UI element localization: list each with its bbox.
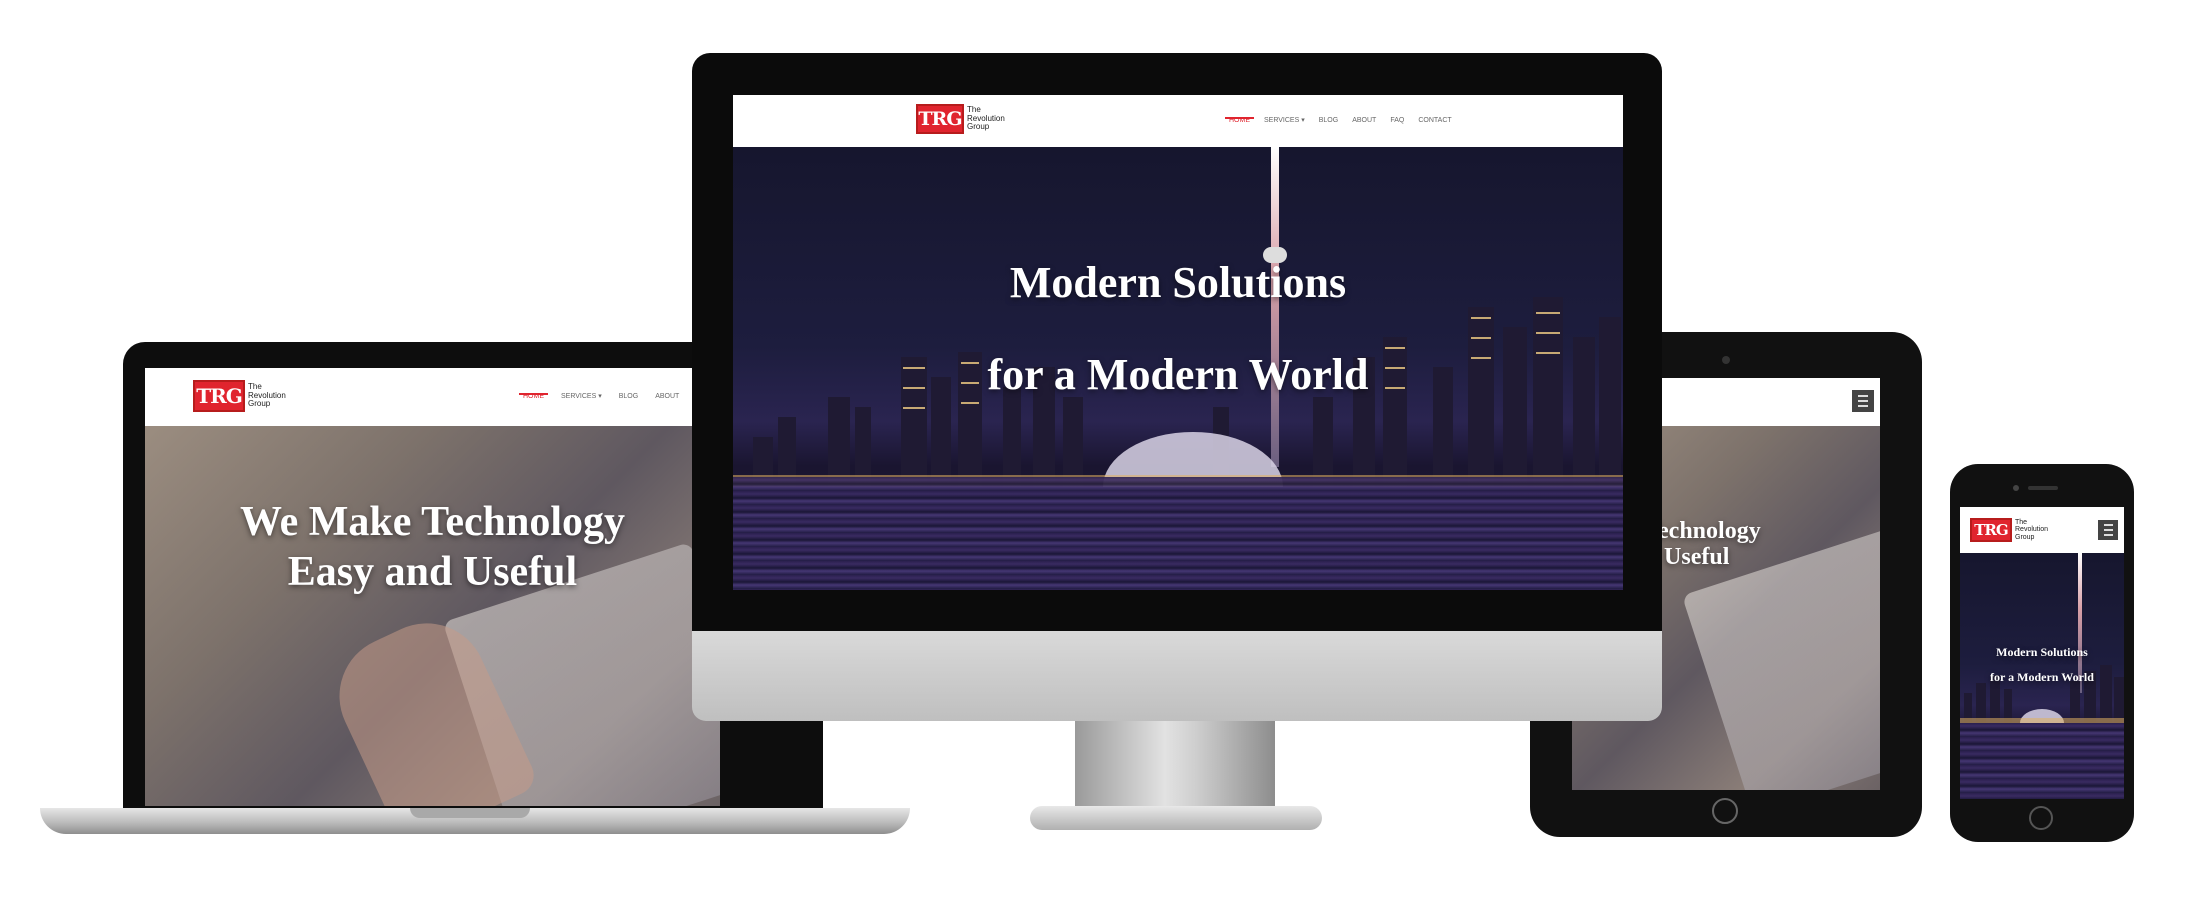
nav-home[interactable]: HOME: [519, 392, 548, 400]
hamburger-bar: [2103, 529, 2113, 531]
hero-heading-line-2: for a Modern World: [1990, 670, 2094, 684]
laptop-hero: We Make Technology Easy and Useful: [145, 426, 720, 806]
hero-heading-line-2: for a Modern World: [987, 350, 1369, 399]
logo-text: The Revolution Group: [2015, 519, 2048, 541]
hamburger-bar: [1858, 405, 1868, 407]
logo-line-2: Revolution: [2015, 526, 2049, 534]
hamburger-bar: [1858, 400, 1868, 402]
hero-heading-line-1: Modern Solutions: [1009, 258, 1347, 307]
nav-blog[interactable]: BLOG: [1319, 117, 1338, 124]
camera-icon: [2013, 485, 2019, 491]
nav-services-label: SERVICES: [1264, 117, 1300, 124]
logo-line-3: Group: [967, 122, 990, 132]
nav-faq[interactable]: FAQ: [1390, 117, 1404, 124]
site-logo[interactable]: TRG The Revolution Group: [1970, 518, 2048, 542]
logo-line-3: Group: [248, 399, 271, 409]
monitor-stand-base: [1030, 806, 1322, 830]
hamburger-icon[interactable]: [2098, 520, 2118, 540]
laptop-screen: TRG The Revolution Group HOME SERVICES ▾…: [145, 368, 720, 806]
nav-services[interactable]: SERVICES ▾: [1264, 116, 1305, 124]
camera-icon: [1722, 356, 1730, 364]
site-logo[interactable]: TRG The Revolution Group: [193, 380, 286, 412]
trg-logo-mark: TRG: [1970, 518, 2012, 542]
logo-text: The Revolution Group: [248, 383, 286, 409]
laptop-notch: [410, 808, 530, 818]
hamburger-bar: [2103, 534, 2113, 536]
nav-services[interactable]: SERVICES ▾: [561, 392, 602, 400]
phone-hero: Modern Solutions for a Modern World: [1960, 553, 2124, 799]
hamburger-icon[interactable]: [1852, 390, 1874, 412]
desktop-site-header: TRG The Revolution Group HOME SERVICES ▾…: [733, 95, 1623, 147]
phone-screen: TRG The Revolution Group Modern Solution…: [1960, 507, 2124, 799]
harbour-water-image: [733, 477, 1623, 590]
monitor-stand-neck: [1075, 721, 1275, 811]
hamburger-bar: [1858, 395, 1868, 397]
nav-about[interactable]: ABOUT: [655, 393, 679, 400]
hero-heading-line-1: We Make Technology: [239, 499, 626, 545]
monitor-chin: [692, 631, 1662, 721]
trg-logo-mark: TRG: [193, 380, 245, 412]
desktop-hero: Modern Solutions for a Modern World: [733, 147, 1623, 590]
speaker-grille: [2028, 486, 2058, 490]
hamburger-bar: [2103, 524, 2113, 526]
nav-about[interactable]: ABOUT: [1352, 117, 1376, 124]
laptop-site-header: TRG The Revolution Group HOME SERVICES ▾…: [145, 368, 720, 426]
home-button-icon[interactable]: [1712, 798, 1738, 824]
desktop-screen: TRG The Revolution Group HOME SERVICES ▾…: [733, 95, 1623, 590]
laptop-nav: HOME SERVICES ▾ BLOG ABOUT F: [519, 392, 701, 400]
site-logo[interactable]: TRG The Revolution Group: [916, 104, 1005, 134]
desktop-nav: HOME SERVICES ▾ BLOG ABOUT FAQ CONTACT: [1225, 116, 1452, 124]
home-button-icon[interactable]: [2029, 806, 2053, 830]
hero-heading-line-2: Easy and Useful: [287, 549, 578, 595]
nav-contact[interactable]: CONTACT: [1418, 117, 1451, 124]
harbour-water-image: [1960, 723, 2124, 799]
chevron-down-icon: ▾: [1301, 117, 1305, 124]
nav-home[interactable]: HOME: [1225, 116, 1254, 124]
logo-line-3: Group: [2015, 533, 2035, 541]
nav-blog[interactable]: BLOG: [619, 393, 638, 400]
logo-line-1: The: [2015, 518, 2028, 526]
hero-heading-line-1: Modern Solutions: [1996, 645, 2088, 659]
chevron-down-icon: ▾: [598, 393, 602, 400]
trg-logo-mark: TRG: [916, 104, 964, 134]
nav-services-label: SERVICES: [561, 393, 597, 400]
phone-site-header: TRG The Revolution Group: [1960, 507, 2124, 553]
logo-text: The Revolution Group: [967, 106, 1005, 132]
